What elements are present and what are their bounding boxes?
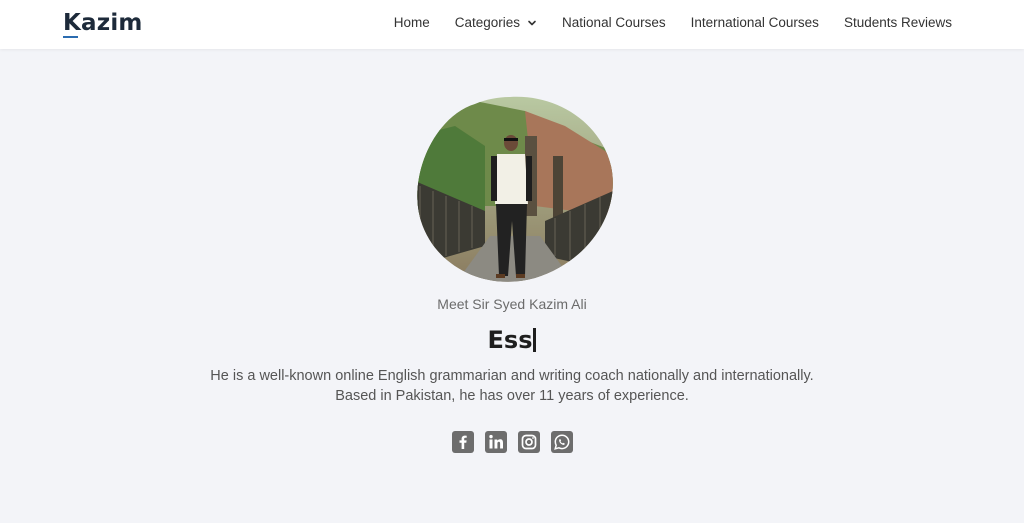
hero-description: He is a well-known online English gramma… — [0, 366, 1024, 406]
nav-item-label: International Courses — [690, 15, 819, 30]
nav-item-label: Students Reviews — [843, 15, 952, 30]
profile-photo — [417, 96, 613, 282]
nav-item-national-courses[interactable]: National Courses — [562, 15, 666, 30]
description-line: He is a well-known online English gramma… — [210, 368, 814, 384]
typing-cursor — [533, 328, 537, 352]
nav-item-label: Categories — [454, 15, 521, 30]
social-links — [452, 431, 573, 453]
nav-item-label: Home — [393, 15, 430, 30]
nav-item-home[interactable]: Home — [394, 15, 430, 30]
top-navbar: Kazim Home Categories National Courses I… — [0, 0, 1024, 49]
typed-text: Ess — [487, 326, 533, 354]
description-line: Based in Pakistan, he has over 11 years … — [335, 388, 689, 404]
logo-accent-underline — [63, 36, 78, 38]
instagram-icon[interactable] — [518, 431, 540, 453]
whatsapp-icon[interactable] — [551, 431, 573, 453]
nav-item-categories[interactable]: Categories — [455, 15, 537, 30]
main-nav: Home Categories National Courses Interna… — [394, 15, 952, 30]
nav-item-students-reviews[interactable]: Students Reviews — [844, 15, 952, 30]
typed-headline: Ess — [0, 326, 1024, 354]
linkedin-icon[interactable] — [485, 431, 507, 453]
nav-item-label: National Courses — [562, 15, 666, 30]
nav-item-international-courses[interactable]: International Courses — [691, 15, 819, 30]
site-logo[interactable]: Kazim — [63, 9, 143, 37]
meet-subtitle: Meet Sir Syed Kazim Ali — [437, 296, 587, 312]
chevron-down-icon — [528, 20, 536, 25]
facebook-icon[interactable] — [452, 431, 474, 453]
